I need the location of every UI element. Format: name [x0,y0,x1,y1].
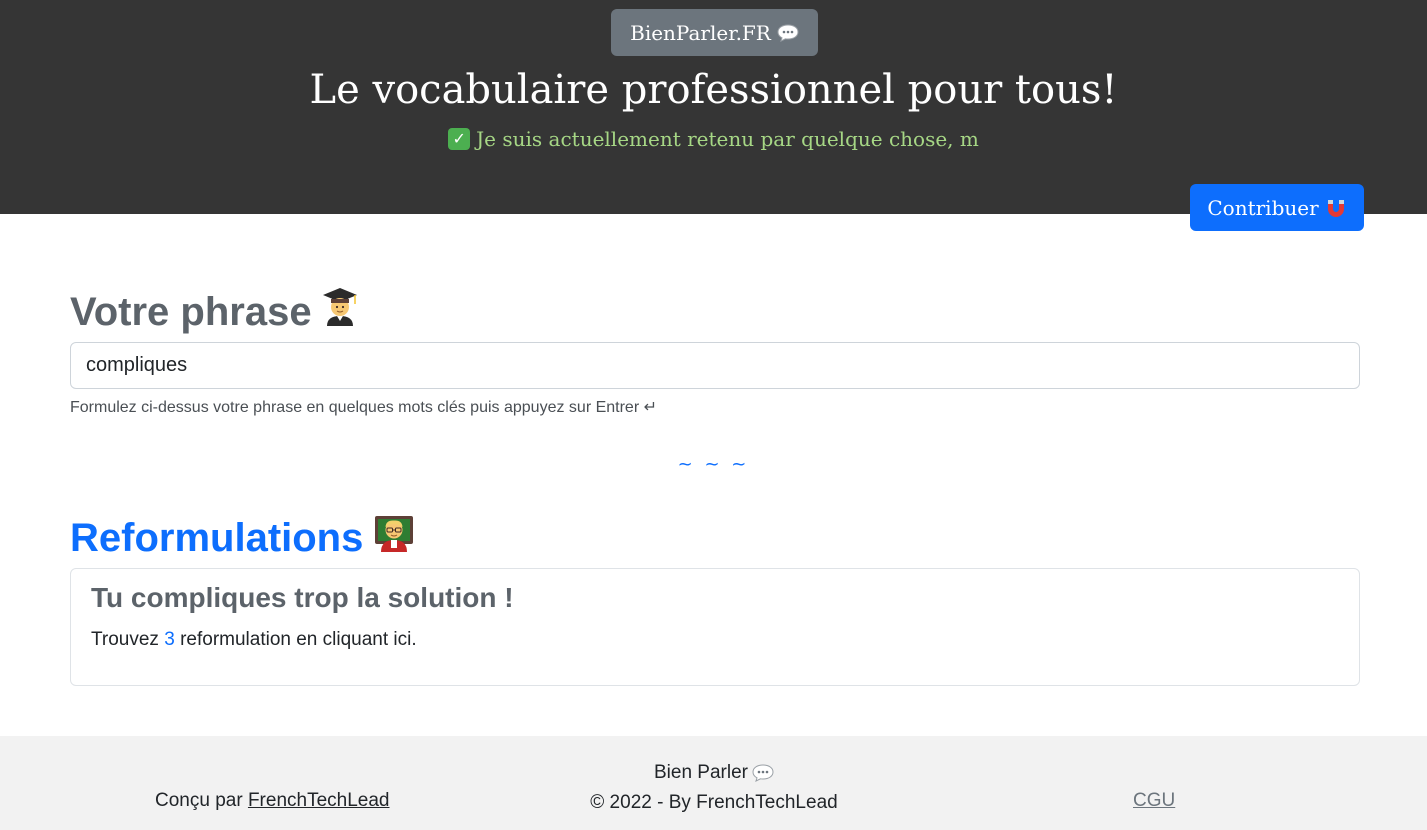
reformulation-heading: Tu compliques trop la solution ! [91,582,514,613]
designed-by-prefix: Conçu par [155,790,243,811]
page-title: Le vocabulaire professionnel pour tous! [309,67,1118,113]
reformulation-count-link[interactable]: 3 [164,629,175,650]
brand-label: BienParler.FR [630,20,771,45]
reformulation-card[interactable]: Tu compliques trop la solution ! Trouvez… [70,568,1360,686]
footer: Conçu par FrenchTechLead Bien Parler © 2… [0,736,1427,830]
status-message: ✓ Je suis actuellement retenu par quelqu… [0,124,1427,154]
phrase-input[interactable] [70,342,1360,389]
graduate-student-icon [322,286,358,337]
speech-bubble-icon [777,23,799,42]
reformulations-title-text: Reformulations [70,515,364,560]
speech-bubble-icon [752,764,774,782]
designed-by-link[interactable]: FrenchTechLead [248,790,390,811]
main-content: Votre phrase Formulez ci-dessus votre ph… [0,214,1427,736]
header: BienParler.FR Le vocabulaire professionn… [0,0,1427,231]
footer-brand-label: Bien Parler [654,762,748,783]
footer-designed-by: Conçu par FrenchTechLead [155,790,390,812]
reformulation-summary: Trouvez 3 reformulation en cliquant ici. [91,627,417,653]
phrase-title-text: Votre phrase [70,289,312,334]
footer-cgu: CGU [1133,790,1175,812]
contribute-button[interactable]: Contribuer [1190,184,1364,231]
brand-badge[interactable]: BienParler.FR [611,9,818,56]
separator: ~ ~ ~ [677,454,750,475]
magnet-icon [1325,197,1347,219]
cgu-link[interactable]: CGU [1133,790,1175,811]
status-text: Je suis actuellement retenu par quelque … [476,127,979,151]
reformulations-title: Reformulations [70,512,415,563]
footer-brand: Bien Parler [654,758,774,788]
phrase-section-title: Votre phrase [70,286,358,337]
phrase-help-text: Formulez ci-dessus votre phrase en quelq… [70,399,658,416]
check-mark-icon: ✓ [448,128,471,150]
reformulation-suffix: reformulation en cliquant ici. [180,629,417,650]
contribute-label: Contribuer [1207,195,1319,220]
teacher-icon [373,512,415,563]
footer-copyright: © 2022 - By FrenchTechLead [590,792,838,813]
footer-center: Bien Parler © 2022 - By FrenchTechLead [478,758,950,818]
reformulation-prefix: Trouvez [91,629,159,650]
